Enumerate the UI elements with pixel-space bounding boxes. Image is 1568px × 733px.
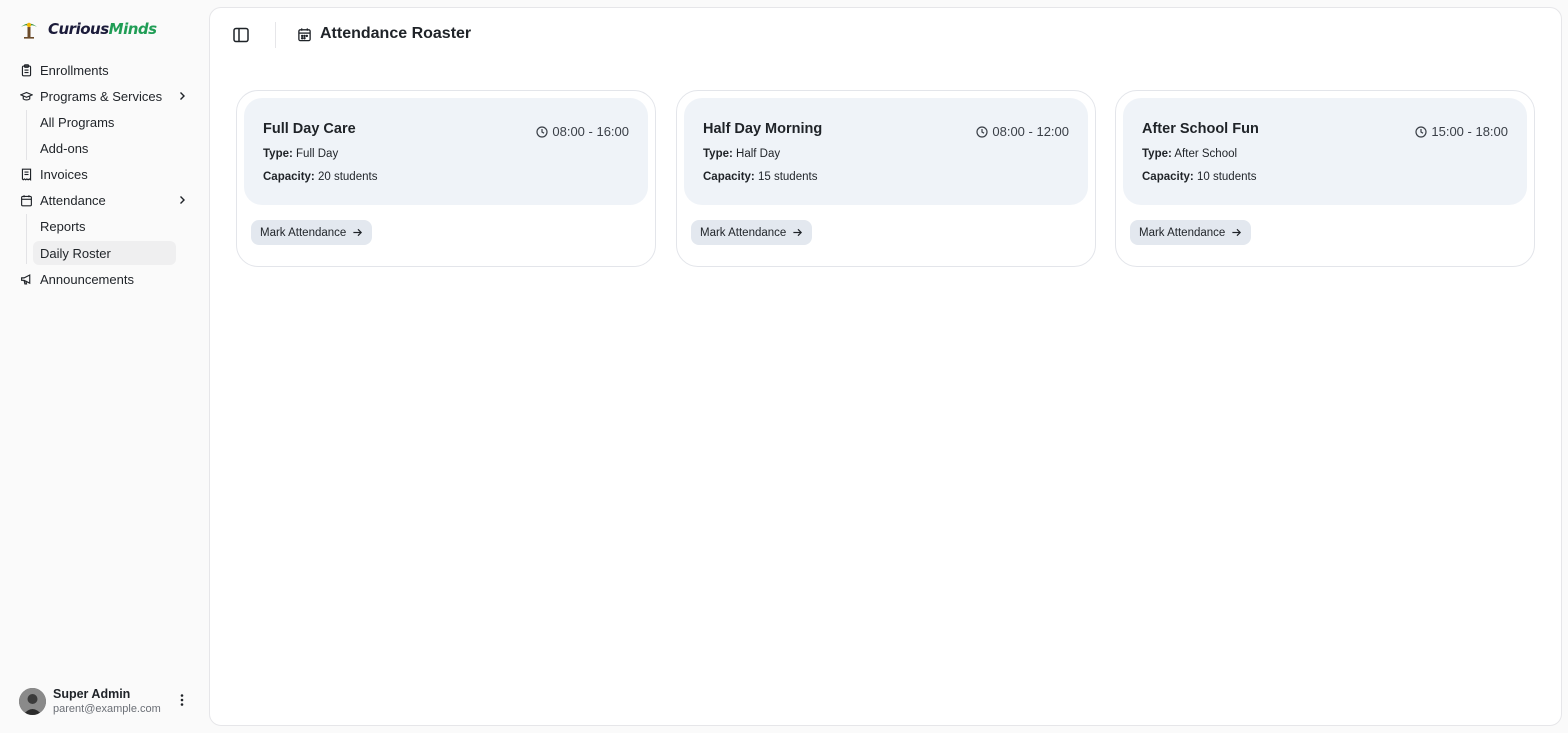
sidebar-item-attendance[interactable]: Attendance [14, 188, 196, 212]
brand-name-part1: Curious [48, 20, 109, 38]
program-time: 08:00 - 16:00 [536, 124, 629, 139]
calendar-icon [298, 27, 311, 41]
mark-attendance-button[interactable]: Mark Attendance [251, 220, 373, 245]
capacity-label: Capacity: [703, 171, 755, 183]
clock-icon [976, 125, 988, 138]
tree-logo-icon [21, 22, 37, 39]
sidebar-item-invoices[interactable]: Invoices [14, 162, 196, 186]
program-title: Half Day Morning [703, 121, 823, 137]
program-title: Full Day Care [263, 121, 356, 137]
program-card: Full Day Care 08:00 - 16:00 Type: Full D… [236, 90, 656, 267]
submenu-line [26, 214, 27, 264]
brand-name-part2: Minds [108, 20, 157, 38]
program-card-header: Half Day Morning 08:00 - 12:00 Type: Hal… [684, 98, 1088, 205]
clock-icon [1415, 125, 1427, 138]
sidebar-item-enrollments[interactable]: Enrollments [14, 58, 196, 82]
sidebar: CuriousMinds Enrollments Programs & Serv… [0, 0, 209, 733]
program-time: 08:00 - 12:00 [976, 124, 1069, 139]
type-label: Type: [1142, 148, 1172, 160]
program-type: Type: Full Day [263, 148, 338, 160]
user-profile[interactable]: Super Admin parent@example.com [19, 687, 161, 716]
program-time: 15:00 - 18:00 [1415, 124, 1508, 139]
more-vertical-icon[interactable] [177, 692, 187, 708]
program-card-header: Full Day Care 08:00 - 16:00 Type: Full D… [244, 98, 648, 205]
brand-logo[interactable]: CuriousMinds [18, 18, 157, 40]
capacity-label: Capacity: [1142, 171, 1194, 183]
program-type: Type: After School [1142, 148, 1237, 160]
graduation-cap-icon [20, 91, 33, 101]
program-title: After School Fun [1142, 121, 1259, 137]
program-capacity: Capacity: 20 students [263, 171, 377, 183]
capacity-label: Capacity: [263, 171, 315, 183]
arrow-right-icon [1232, 228, 1242, 237]
chevron-right-icon[interactable] [176, 194, 188, 206]
button-label: Mark Attendance [1139, 226, 1226, 239]
arrow-right-icon [793, 228, 803, 237]
button-label: Mark Attendance [260, 226, 347, 239]
main-panel: Attendance Roaster Full Day Care 08:00 -… [209, 7, 1562, 726]
user-name: Super Admin [53, 687, 131, 701]
sidebar-toggle-icon[interactable] [232, 26, 250, 44]
capacity-value: 15 students [757, 171, 818, 183]
sidebar-item-label: Programs & Services [40, 88, 163, 104]
sidebar-item-announcements[interactable]: Announcements [14, 267, 196, 291]
program-card-header: After School Fun 15:00 - 18:00 Type: Aft… [1123, 98, 1527, 205]
brand-name: CuriousMinds [48, 20, 157, 38]
sidebar-subitem-add-ons[interactable]: Add-ons [33, 136, 176, 160]
submenu-line [26, 110, 27, 160]
user-email: parent@example.com [53, 703, 161, 715]
sidebar-item-label: Announcements [40, 271, 134, 287]
type-label: Type: [703, 148, 733, 160]
type-value: Full Day [296, 148, 339, 160]
avatar [19, 688, 46, 715]
sidebar-subitem-daily-roster[interactable]: Daily Roster [33, 241, 176, 265]
button-label: Mark Attendance [700, 226, 787, 239]
capacity-value: 10 students [1196, 171, 1257, 183]
program-card: After School Fun 15:00 - 18:00 Type: Aft… [1115, 90, 1535, 267]
megaphone-icon [21, 273, 31, 285]
page-title: Attendance Roaster [320, 25, 472, 42]
program-time-text: 15:00 - 18:00 [1431, 124, 1508, 139]
arrow-right-icon [353, 228, 363, 237]
type-value: After School [1174, 148, 1238, 160]
sidebar-item-label: Enrollments [40, 62, 109, 78]
program-time-text: 08:00 - 12:00 [992, 124, 1069, 139]
sidebar-subitem-reports[interactable]: Reports [33, 214, 176, 238]
sidebar-item-label: Attendance [40, 192, 106, 208]
page-header: Attendance Roaster [297, 25, 471, 43]
program-capacity: Capacity: 10 students [1142, 171, 1256, 183]
clipboard-icon [21, 63, 32, 76]
calendar-icon [21, 194, 32, 206]
header-divider [275, 22, 276, 48]
program-capacity: Capacity: 15 students [703, 171, 817, 183]
receipt-icon [21, 168, 32, 181]
type-label: Type: [263, 148, 293, 160]
program-time-text: 08:00 - 16:00 [552, 124, 629, 139]
type-value: Half Day [736, 148, 781, 160]
mark-attendance-button[interactable]: Mark Attendance [691, 220, 813, 245]
user-avatar-icon [19, 688, 46, 715]
mark-attendance-button[interactable]: Mark Attendance [1130, 220, 1252, 245]
clock-icon [536, 125, 548, 138]
capacity-value: 20 students [317, 171, 378, 183]
sidebar-item-label: Invoices [40, 166, 88, 182]
chevron-right-icon[interactable] [176, 90, 188, 102]
program-card: Half Day Morning 08:00 - 12:00 Type: Hal… [676, 90, 1096, 267]
sidebar-subitem-all-programs[interactable]: All Programs [33, 110, 176, 134]
program-type: Type: Half Day [703, 148, 780, 160]
sidebar-item-programs-services[interactable]: Programs & Services [14, 84, 196, 108]
